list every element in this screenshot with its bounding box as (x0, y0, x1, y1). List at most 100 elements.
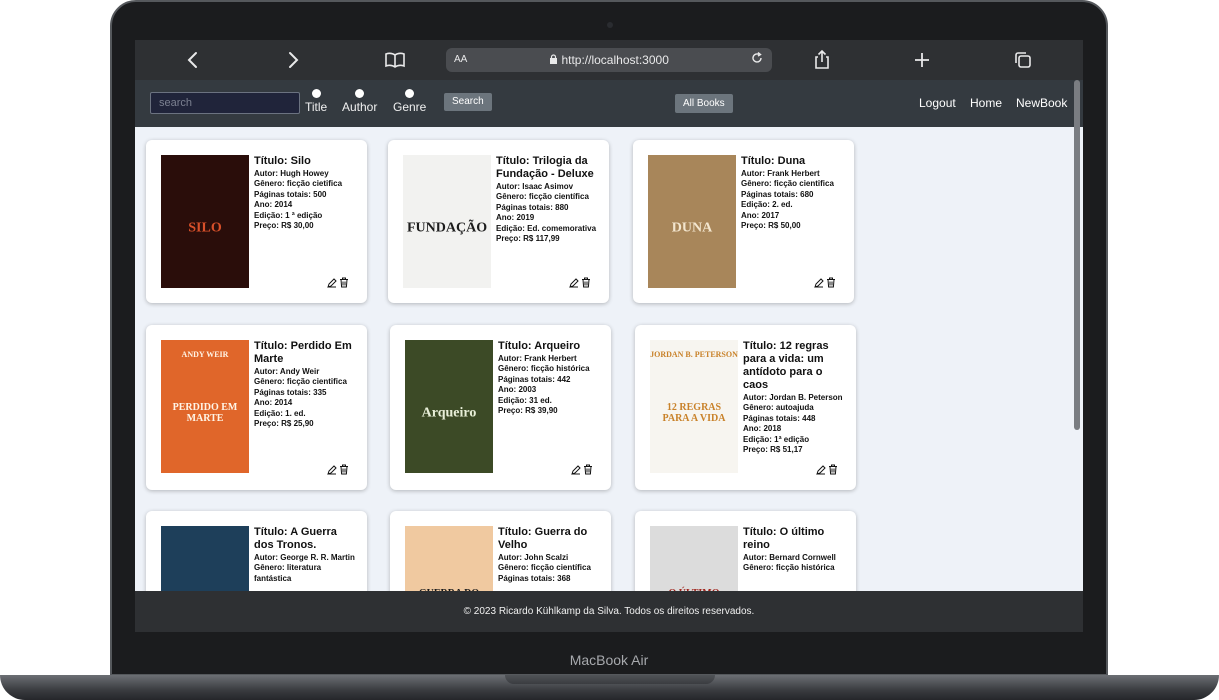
all-books-button[interactable]: All Books (675, 94, 733, 113)
new-tab-plus-icon[interactable] (910, 48, 934, 72)
book-field: Páginas totais: 442 (498, 374, 571, 384)
book-field: Ano: 2014 (254, 200, 293, 210)
book-info: Título: A Guerra dos Tronos. Autor: Georg… (254, 526, 358, 584)
radio-genre[interactable]: Genre (393, 89, 426, 114)
book-field: Gênero: autoajuda (743, 403, 814, 413)
book-field: Páginas totais: 448 (743, 413, 816, 423)
book-cover-image: FUNDAÇÃO (403, 155, 491, 288)
book-field: Páginas totais: 500 (254, 189, 327, 199)
book-card[interactable]: JORDAN B. PETERSON 12 REGRAS PARA A VIDA T… (635, 325, 856, 490)
book-info: Título: Duna Autor: Frank Herbert Gênero: … (741, 155, 845, 231)
book-field: Autor: Bernard Cornwell (743, 553, 836, 562)
book-cover-image: Arqueiro (405, 340, 493, 473)
book-field: Autor: Frank Herbert (741, 169, 820, 178)
book-info: Título: Perdido Em Marte Autor: Andy Weir… (254, 340, 358, 429)
trash-icon[interactable] (826, 277, 836, 291)
book-info: Título: O último reino Autor: Bernard Cor… (743, 526, 847, 574)
book-actions (814, 464, 838, 478)
radio-author-dot[interactable] (355, 89, 365, 98)
search-button[interactable]: Search (444, 93, 492, 111)
book-title: Título: Guerra do Velho (498, 526, 588, 551)
url-value: http://localhost:3000 (561, 53, 669, 67)
trash-icon[interactable] (581, 277, 591, 291)
search-input[interactable] (150, 92, 300, 114)
book-field: Preço: R$ 50,00 (741, 221, 801, 231)
book-title: Título: Trilogia da Fundação - Deluxe (496, 155, 594, 180)
tabs-overview-icon[interactable] (1011, 48, 1035, 72)
laptop-notch (505, 675, 715, 684)
book-field: Edição: 1ª edição (743, 434, 810, 444)
radio-title-label: Title (305, 100, 328, 114)
book-field: Páginas totais: 880 (496, 202, 569, 212)
book-field: Gênero: ficção histórica (743, 563, 835, 573)
book-card[interactable]: DUNA Título: Duna Autor: Frank Herbert Gêne… (633, 140, 854, 303)
book-field: Autor: Jordan B. Peterson (743, 393, 843, 402)
screen: AA http://localhost:3000 Title Aut (135, 40, 1083, 632)
pencil-icon[interactable] (814, 278, 824, 291)
book-cover-image: SILO (161, 155, 249, 288)
trash-icon[interactable] (583, 464, 593, 478)
book-field: Autor: John Scalzi (498, 553, 569, 562)
book-card[interactable]: SILO Título: Silo Autor: Hugh Howey Gênero:… (146, 140, 367, 303)
reader-book-icon[interactable] (383, 48, 407, 72)
radio-author-label: Author (342, 100, 378, 114)
book-field: Edição: 1 ª edição (254, 210, 323, 220)
book-card[interactable]: ANDY WEIR PERDIDO EM MARTE Título: Perdido… (146, 325, 367, 490)
book-field: Ano: 2017 (741, 210, 780, 220)
footer: © 2023 Ricardo Kühlkamp da Silva. Todos … (135, 591, 1083, 632)
book-field: Autor: Isaac Asimov (496, 182, 574, 191)
chevron-left-icon[interactable] (181, 48, 205, 72)
book-field: Autor: George R. R. Martin (254, 553, 355, 562)
book-actions (569, 464, 593, 478)
book-field: Gênero: ficção científica (496, 192, 589, 202)
book-actions (325, 464, 349, 478)
radio-genre-label: Genre (393, 100, 427, 114)
book-field: Autor: Hugh Howey (254, 169, 329, 178)
book-cover-image: ANDY WEIR PERDIDO EM MARTE (161, 340, 249, 473)
book-actions (567, 277, 591, 291)
logout-link[interactable]: Logout (919, 96, 956, 110)
trash-icon[interactable] (828, 464, 838, 478)
book-cover-image: JORDAN B. PETERSON 12 REGRAS PARA A VIDA (650, 340, 738, 473)
book-field: Gênero: ficção cientifica (254, 377, 347, 387)
newbook-link[interactable]: NewBook (1016, 96, 1067, 110)
radio-title-dot[interactable] (311, 89, 321, 98)
book-field: Gênero: ficção científica (498, 563, 591, 573)
trash-icon[interactable] (339, 464, 349, 478)
pencil-icon[interactable] (816, 465, 826, 478)
footer-copyright: © 2023 Ricardo Kühlkamp da Silva. Todos … (463, 606, 755, 617)
book-info: Título: 12 regras para a vida: um antído… (743, 340, 847, 455)
book-field: Edição: 1. ed. (254, 408, 306, 418)
address-bar[interactable]: AA http://localhost:3000 (446, 48, 772, 72)
radio-author[interactable]: Author (342, 89, 377, 114)
pencil-icon[interactable] (327, 278, 337, 291)
share-icon[interactable] (810, 48, 834, 72)
chevron-right-icon[interactable] (281, 48, 305, 72)
book-card[interactable]: Arqueiro Título: Arqueiro Autor: Frank Her… (390, 325, 611, 490)
book-field: Páginas totais: 335 (254, 387, 327, 397)
book-field: Gênero: ficção cientifica (741, 179, 834, 189)
reload-icon[interactable] (750, 51, 764, 68)
book-field: Preço: R$ 39,90 (498, 406, 558, 416)
book-field: Edição: Ed. comemorativa (496, 223, 597, 233)
radio-title[interactable]: Title (305, 89, 327, 114)
book-actions (812, 277, 836, 291)
page-scrollbar[interactable] (1074, 80, 1080, 430)
book-field: Ano: 2019 (496, 213, 535, 223)
book-field: Gênero: ficção histórica (498, 364, 590, 374)
radio-genre-dot[interactable] (405, 89, 415, 98)
book-field: Autor: Andy Weir (254, 367, 320, 376)
book-title: Título: Perdido Em Marte (254, 340, 352, 365)
book-title: Título: Arqueiro (498, 340, 581, 352)
book-card[interactable]: FUNDAÇÃO Título: Trilogia da Fundação - D… (388, 140, 609, 303)
book-info: Título: Trilogia da Fundação - Deluxe Aut… (496, 155, 600, 244)
book-field: Preço: R$ 30,00 (254, 221, 314, 231)
book-title: Título: Silo (254, 155, 311, 167)
browser-toolbar: AA http://localhost:3000 (135, 40, 1083, 80)
trash-icon[interactable] (339, 277, 349, 291)
book-title: Título: 12 regras para a vida: um antído… (743, 340, 829, 391)
pencil-icon[interactable] (327, 465, 337, 478)
pencil-icon[interactable] (569, 278, 579, 291)
pencil-icon[interactable] (571, 465, 581, 478)
home-link[interactable]: Home (970, 96, 1002, 110)
